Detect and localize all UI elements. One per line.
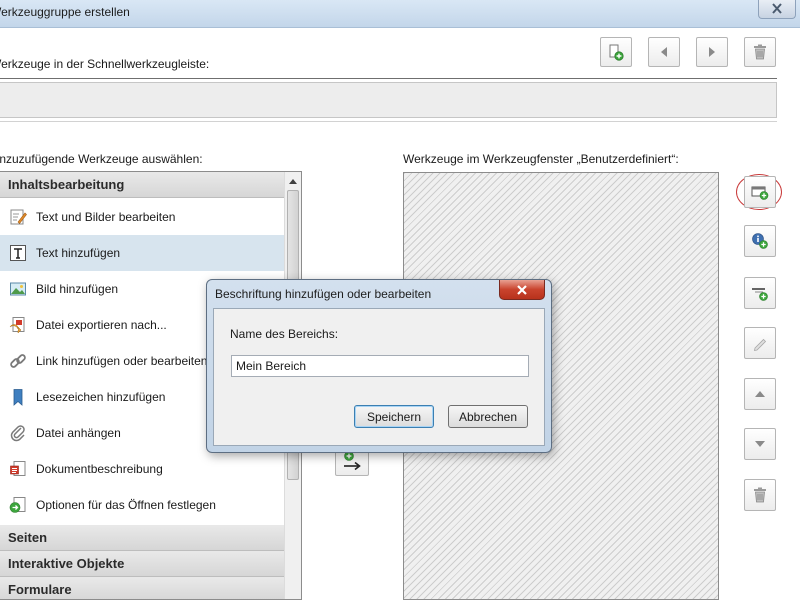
- add-to-quickbar-button[interactable]: [600, 37, 632, 67]
- export-file-icon: [9, 317, 25, 334]
- list-item-label: Optionen für das Öffnen festlegen: [36, 498, 216, 512]
- close-icon: [772, 3, 782, 14]
- arrow-down-icon: [755, 441, 765, 447]
- move-left-button[interactable]: [648, 37, 680, 67]
- move-right-button[interactable]: [696, 37, 728, 67]
- list-item-document-description[interactable]: Dokumentbeschreibung: [0, 451, 284, 487]
- custom-tools-label: Werkzeuge im Werkzeugfenster „Benutzerde…: [403, 152, 679, 166]
- category-forms[interactable]: Formulare: [0, 577, 284, 599]
- paperclip-icon: [10, 425, 25, 442]
- quick-tools-bar[interactable]: [0, 82, 777, 118]
- window-title-bar: Werkzeuggruppe erstellen: [0, 0, 800, 28]
- add-tool-icon: [609, 44, 624, 61]
- move-up-button[interactable]: [744, 378, 776, 410]
- arrow-right-icon: [709, 47, 715, 57]
- list-item-label: Dokumentbeschreibung: [36, 462, 163, 476]
- list-item-label: Lesezeichen hinzufügen: [36, 390, 166, 404]
- edit-text-image-icon: [10, 209, 27, 225]
- link-icon: [10, 354, 26, 368]
- list-item-add-text[interactable]: Text hinzufügen: [0, 235, 284, 271]
- arrow-up-icon: [755, 391, 765, 397]
- category-pages[interactable]: Seiten: [0, 525, 284, 551]
- list-item-label: Text und Bilder bearbeiten: [36, 210, 176, 224]
- label-dialog: Beschriftung hinzufügen oder bearbeiten …: [206, 279, 552, 453]
- window-title: Werkzeuggruppe erstellen: [0, 5, 130, 19]
- list-item-label: Datei anhängen: [36, 426, 121, 440]
- delete-quickbar-button[interactable]: [744, 37, 776, 67]
- cancel-button[interactable]: Abbrechen: [448, 405, 528, 428]
- list-item-label: Text hinzufügen: [36, 246, 121, 260]
- save-button[interactable]: Speichern: [354, 405, 434, 428]
- rename-button[interactable]: [744, 327, 776, 359]
- tool-select-label: Hinzuzufügende Werkzeuge auswählen:: [0, 152, 203, 166]
- list-item-open-options[interactable]: Optionen für das Öffnen festlegen: [0, 487, 284, 523]
- delete-tool-button[interactable]: [744, 479, 776, 511]
- add-divider-button[interactable]: [744, 277, 776, 309]
- add-text-icon: [10, 245, 26, 261]
- open-options-icon: [9, 497, 26, 513]
- arrow-left-icon: [661, 47, 667, 57]
- pencil-icon: [753, 338, 767, 351]
- divider: [0, 78, 777, 79]
- quickbar-label: Werkzeuge in der Schnellwerkzeugleiste:: [0, 57, 210, 71]
- add-info-button[interactable]: [744, 225, 776, 257]
- bookmark-icon: [13, 389, 23, 406]
- chevron-up-icon: [289, 178, 297, 184]
- list-item-label: Datei exportieren nach...: [36, 318, 167, 332]
- dialog-title: Beschriftung hinzufügen oder bearbeiten: [215, 287, 432, 301]
- category-interactive-objects[interactable]: Interaktive Objekte: [0, 551, 284, 577]
- trash-icon: [754, 487, 766, 503]
- add-info-icon: [752, 233, 768, 249]
- close-icon: [517, 284, 527, 295]
- window-close-button[interactable]: [758, 0, 796, 19]
- list-item-label: Bild hinzufügen: [36, 282, 119, 296]
- new-panel-button[interactable]: [744, 176, 776, 208]
- category-content-editing[interactable]: Inhaltsbearbeitung: [0, 172, 284, 198]
- new-panel-icon: [751, 186, 769, 200]
- document-description-icon: [10, 461, 26, 476]
- add-image-icon: [10, 282, 26, 296]
- area-name-input[interactable]: [231, 355, 529, 377]
- area-name-label: Name des Bereichs:: [230, 327, 339, 341]
- dialog-body: Name des Bereichs: Speichern Abbrechen: [213, 308, 545, 446]
- add-arrow-right-icon: [344, 451, 361, 471]
- divider: [0, 121, 777, 122]
- list-item-label: Link hinzufügen oder bearbeiten: [36, 354, 208, 368]
- add-divider-icon: [752, 288, 768, 301]
- dialog-close-button[interactable]: [499, 280, 545, 300]
- scroll-up-arrow[interactable]: [285, 173, 301, 189]
- trash-icon: [754, 44, 766, 60]
- list-item-edit-text-images[interactable]: Text und Bilder bearbeiten: [0, 199, 284, 235]
- move-down-button[interactable]: [744, 428, 776, 460]
